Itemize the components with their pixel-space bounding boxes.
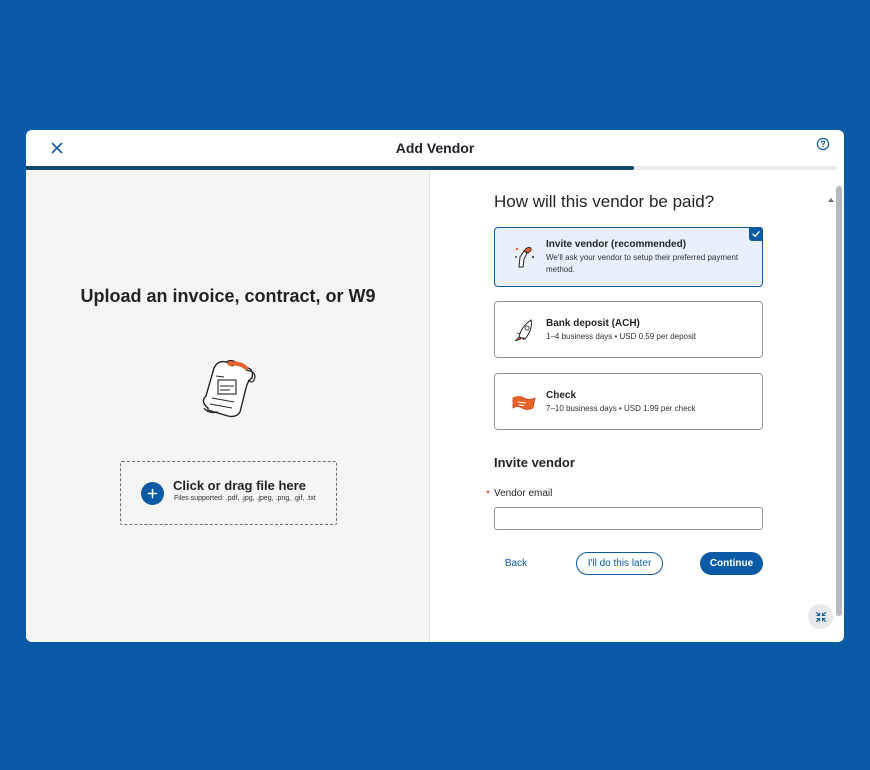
- payment-question: How will this vendor be paid?: [494, 192, 715, 211]
- add-vendor-dialog: Add Vendor Upload an invoice, contract, …: [26, 130, 844, 642]
- continue-button[interactable]: Continue: [700, 552, 763, 575]
- check-paper-icon: [511, 390, 537, 416]
- option-title: Bank deposit (ACH): [546, 318, 640, 329]
- payment-pane: How will this vendor be paid? Invite ven…: [431, 170, 844, 642]
- dropzone-label: Click or drag file here: [173, 478, 306, 493]
- back-button[interactable]: Back: [494, 552, 538, 574]
- collapse-arrows-icon: [815, 611, 826, 622]
- option-description: 1–4 business days • USD 0.59 per deposit: [546, 332, 696, 341]
- help-circle-icon: [816, 137, 830, 151]
- invite-section-title: Invite vendor: [494, 455, 575, 470]
- dialog-title: Add Vendor: [395, 140, 475, 156]
- option-title: Invite vendor (recommended): [546, 239, 687, 250]
- required-marker: *: [486, 489, 490, 500]
- collapse-button[interactable]: [808, 604, 833, 629]
- option-description: 7–10 business days • USD 1.99 per check: [546, 404, 696, 413]
- invite-hand-icon: [511, 243, 537, 269]
- dropzone-supported-types: Files supported: .pdf, .jpg, .jpeg, .png…: [174, 495, 316, 502]
- option-description: We'll ask your vendor to setup their pre…: [546, 253, 739, 274]
- upload-pane: Upload an invoice, contract, or W9 Click…: [26, 170, 430, 642]
- option-bank-deposit[interactable]: Bank deposit (ACH) 1–4 business days • U…: [494, 301, 763, 358]
- document-illustration-icon: [196, 358, 260, 420]
- option-title: Check: [546, 390, 577, 401]
- option-check[interactable]: Check 7–10 business days • USD 1.99 per …: [494, 373, 763, 430]
- vendor-email-input[interactable]: [494, 507, 763, 530]
- scroll-up-arrow-icon[interactable]: [827, 190, 835, 202]
- upload-title: Upload an invoice, contract, or W9: [80, 286, 376, 306]
- dialog-header: Add Vendor: [26, 130, 844, 166]
- plus-icon: [141, 482, 164, 505]
- selected-check-icon: [749, 227, 763, 241]
- file-dropzone[interactable]: Click or drag file here Files supported:…: [120, 461, 337, 525]
- scrollbar-thumb[interactable]: [836, 186, 842, 616]
- option-invite-vendor[interactable]: Invite vendor (recommended) We'll ask yo…: [494, 227, 763, 287]
- rocket-icon: [511, 317, 537, 343]
- vendor-email-label: Vendor email: [494, 488, 553, 499]
- do-later-button[interactable]: I'll do this later: [576, 552, 663, 575]
- help-button[interactable]: [816, 137, 830, 151]
